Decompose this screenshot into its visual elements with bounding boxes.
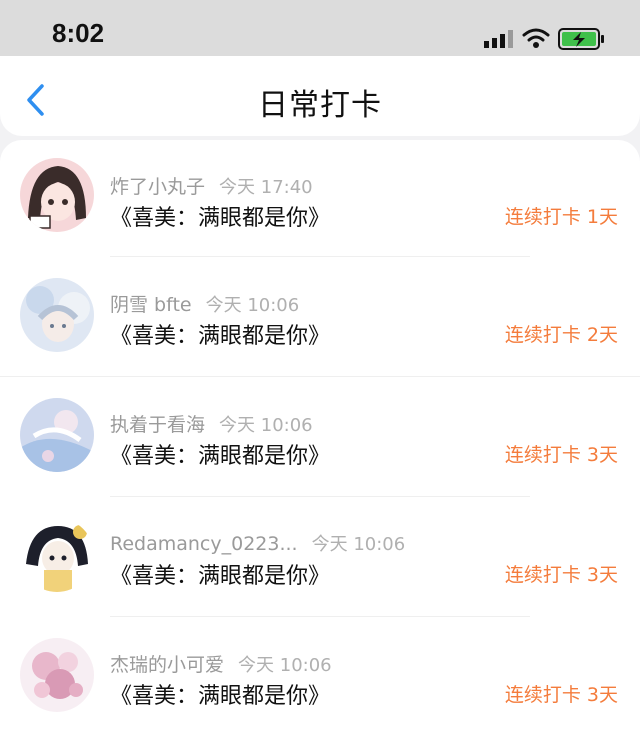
- streak-label: 连续打卡 2天: [504, 324, 618, 346]
- streak-label: 连续打卡 3天: [504, 684, 618, 706]
- checkin-time: 今天 10:06: [205, 295, 300, 316]
- list-item[interactable]: 炸了小丸子 今天 17:40 《喜美：满眼都是你》 连续打卡 1天: [0, 140, 640, 260]
- avatar[interactable]: [20, 398, 94, 472]
- list-item[interactable]: 杰瑞的小可爱 今天 10:06 《喜美：满眼都是你》 连续打卡 3天: [0, 620, 640, 740]
- user-name-line: Redamancy_0223... 今天 10:06: [110, 530, 405, 556]
- nav-bar: 日常打卡: [0, 56, 640, 136]
- user-name-line: 炸了小丸子 今天 17:40: [110, 172, 313, 199]
- divider: [0, 376, 640, 377]
- checkin-time: 今天 10:06: [311, 534, 406, 555]
- user-name-line: 阴雪 bfte 今天 10:06: [110, 290, 299, 317]
- checkin-time: 今天 17:40: [219, 177, 313, 198]
- cellular-signal-icon: [484, 30, 513, 48]
- battery-charging-icon: [558, 28, 604, 50]
- checkin-time: 今天 10:06: [238, 655, 332, 676]
- avatar-image: [20, 158, 94, 232]
- avatar[interactable]: [20, 278, 94, 352]
- book-title[interactable]: 《喜美：满眼都是你》: [110, 438, 330, 470]
- avatar[interactable]: [20, 158, 94, 232]
- streak-label: 连续打卡 3天: [504, 564, 618, 586]
- streak-label: 连续打卡 1天: [504, 206, 618, 228]
- book-title[interactable]: 《喜美：满眼都是你》: [110, 678, 330, 710]
- book-title[interactable]: 《喜美：满眼都是你》: [110, 200, 330, 232]
- user-name[interactable]: 炸了小丸子: [110, 176, 205, 198]
- user-name[interactable]: Redamancy_0223...: [110, 533, 298, 555]
- avatar-image: [20, 278, 94, 352]
- checkin-list: 炸了小丸子 今天 17:40 《喜美：满眼都是你》 连续打卡 1天 阴雪 bfte…: [0, 140, 640, 740]
- user-name[interactable]: 执着于看海: [110, 414, 205, 436]
- status-icons: [480, 0, 640, 56]
- list-item[interactable]: 执着于看海 今天 10:06 《喜美：满眼都是你》 连续打卡 3天: [0, 380, 640, 500]
- divider: [110, 496, 530, 497]
- page-title: 日常打卡: [258, 88, 382, 123]
- avatar-image: [20, 638, 94, 712]
- status-time: 8:02: [52, 18, 105, 48]
- streak-label: 连续打卡 3天: [504, 444, 618, 466]
- checkin-time: 今天 10:06: [219, 415, 313, 436]
- user-name-line: 杰瑞的小可爱 今天 10:06: [110, 650, 332, 677]
- user-name[interactable]: 阴雪 bfte: [110, 294, 192, 316]
- wifi-icon: [522, 28, 550, 48]
- avatar-image: [20, 518, 94, 592]
- book-title[interactable]: 《喜美：满眼都是你》: [110, 558, 330, 590]
- status-bar: 8:02: [0, 0, 640, 56]
- avatar[interactable]: [20, 518, 94, 592]
- divider: [110, 256, 530, 257]
- book-title[interactable]: 《喜美：满眼都是你》: [110, 318, 330, 350]
- user-name[interactable]: 杰瑞的小可爱: [110, 654, 224, 676]
- divider: [110, 616, 530, 617]
- avatar-image: [20, 398, 94, 472]
- list-item[interactable]: Redamancy_0223... 今天 10:06 《喜美：满眼都是你》 连续打…: [0, 500, 640, 620]
- user-name-line: 执着于看海 今天 10:06: [110, 410, 313, 437]
- list-item[interactable]: 阴雪 bfte 今天 10:06 《喜美：满眼都是你》 连续打卡 2天: [0, 260, 640, 380]
- avatar[interactable]: [20, 638, 94, 712]
